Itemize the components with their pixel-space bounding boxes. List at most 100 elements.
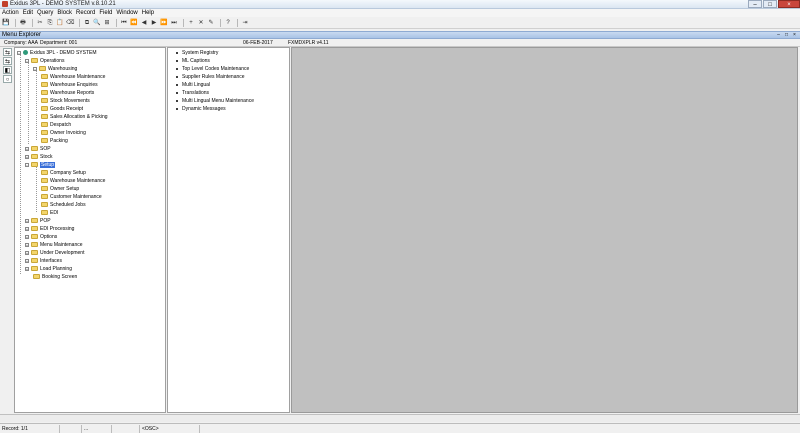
expand-toggle[interactable]: + (25, 226, 29, 231)
list-item-label: Translations (182, 89, 210, 96)
tree-node[interactable]: Customer Maintenance (41, 193, 102, 200)
tree-node-label: SOP (40, 145, 51, 152)
tree-node[interactable]: Scheduled Jobs (41, 201, 86, 208)
expand-tree-icon[interactable]: ⇆ (3, 48, 12, 56)
prev-block-icon[interactable]: ⏪ (130, 19, 138, 27)
menu-edit[interactable]: Edit (23, 10, 33, 16)
inner-maximize-button[interactable]: □ (783, 32, 790, 38)
tree-node[interactable]: + Under Development (25, 249, 84, 256)
tree-node[interactable]: Warehouse Reports (41, 89, 94, 96)
find-icon[interactable]: ⊞ (103, 19, 111, 27)
first-icon[interactable]: ⏮ (120, 19, 128, 27)
list-item[interactable]: ML Captions (176, 57, 210, 64)
exit-icon[interactable]: ⇥ (241, 19, 249, 27)
collapse-toggle[interactable]: − (33, 66, 37, 71)
maximize-button[interactable]: □ (763, 0, 777, 8)
company-label: Company: AAA (4, 40, 38, 46)
tree-node-selected[interactable]: − Setup (25, 161, 56, 168)
clear-icon[interactable]: ⌫ (66, 19, 74, 27)
prev-icon[interactable]: ◀ (140, 19, 148, 27)
folder-icon (41, 138, 48, 143)
last-icon[interactable]: ⏭ (170, 19, 178, 27)
tree-node[interactable]: Sales Allocation & Picking (41, 113, 108, 120)
tree-node[interactable]: Warehouse Enquiries (41, 81, 98, 88)
menu-action[interactable]: Action (2, 10, 19, 16)
tree-node[interactable]: Warehouse Maintenance (41, 177, 105, 184)
expand-toggle[interactable]: + (25, 154, 29, 159)
list-item[interactable]: Supplier Rules Maintenance (176, 73, 245, 80)
tree-node[interactable]: + Load Planning (25, 265, 72, 272)
circle-icon[interactable]: ○ (3, 75, 12, 83)
list-item[interactable]: System Registry (176, 49, 218, 56)
expand-toggle[interactable]: + (25, 218, 29, 223)
tree-node[interactable]: + SOP (25, 145, 51, 152)
menu-field[interactable]: Field (99, 10, 112, 16)
tree-node[interactable]: Warehouse Maintenance (41, 73, 105, 80)
insert-icon[interactable]: + (187, 19, 195, 27)
menu-help[interactable]: Help (142, 10, 154, 16)
menu-window[interactable]: Window (116, 10, 137, 16)
folder-icon (41, 186, 48, 191)
list-item[interactable]: Dynamic Messages (176, 105, 226, 112)
tree-node[interactable]: Stock Movements (41, 97, 90, 104)
toolbar-separator (15, 18, 16, 27)
collapse-toggle[interactable]: − (25, 162, 29, 167)
tree-node[interactable]: Owner Invoicing (41, 129, 86, 136)
list-item[interactable]: Translations (176, 89, 209, 96)
menu-block[interactable]: Block (57, 10, 72, 16)
tree-node[interactable]: − Warehousing (33, 65, 77, 72)
tree-node[interactable]: − Operations (25, 57, 64, 64)
minimize-button[interactable]: – (748, 0, 762, 8)
next-icon[interactable]: ▶ (150, 19, 158, 27)
tree-node[interactable]: + Interfaces (25, 257, 62, 264)
collapse-toggle[interactable]: − (17, 50, 21, 55)
tree-node[interactable]: Goods Receipt (41, 105, 83, 112)
help-icon[interactable]: ? (224, 19, 232, 27)
print-icon[interactable]: 🖶 (19, 19, 27, 27)
expand-toggle[interactable]: + (25, 258, 29, 263)
menu-record[interactable]: Record (76, 10, 95, 16)
close-button[interactable]: × (778, 0, 800, 8)
tree-node[interactable]: Owner Setup (41, 185, 79, 192)
copy-icon[interactable]: ⎘ (46, 19, 54, 27)
expand-toggle[interactable]: + (25, 250, 29, 255)
tree-node[interactable]: + Stock (25, 153, 53, 160)
next-block-icon[interactable]: ⏩ (160, 19, 168, 27)
expand-toggle[interactable]: + (25, 242, 29, 247)
save-icon[interactable]: 💾 (2, 19, 10, 27)
app-icon (2, 1, 8, 7)
inner-minimize-button[interactable]: – (775, 32, 782, 38)
tree-node[interactable]: + Menu Maintenance (25, 241, 83, 248)
tree-root[interactable]: − Exidus 3PL - DEMO SYSTEM (17, 49, 97, 56)
menu-query[interactable]: Query (37, 10, 53, 16)
tree-node-label: Customer Maintenance (50, 193, 102, 200)
cut-icon[interactable]: ✂ (36, 19, 44, 27)
tree-node-label: Sales Allocation & Picking (50, 113, 108, 120)
tree-node[interactable]: + Options (25, 233, 57, 240)
tree-node[interactable]: Packing (41, 137, 68, 144)
list-item[interactable]: Multi Lingual (176, 81, 210, 88)
collapse-tree-icon[interactable]: ⇆ (3, 57, 12, 65)
list-item[interactable]: Top Level Codes Maintenance (176, 65, 249, 72)
tree-node[interactable]: Company Setup (41, 169, 86, 176)
query-icon[interactable]: 🔍 (93, 19, 101, 27)
horizontal-scrollbar[interactable] (0, 414, 800, 422)
tree-node[interactable]: Booking Screen (33, 273, 77, 280)
collapse-toggle[interactable]: − (25, 58, 29, 63)
expand-toggle[interactable]: + (25, 266, 29, 271)
expand-toggle[interactable]: + (25, 234, 29, 239)
paste-icon[interactable]: 📋 (56, 19, 64, 27)
duplicate-icon[interactable]: ⧉ (83, 19, 91, 27)
lock-icon[interactable]: ✎ (207, 19, 215, 27)
toolbar-separator (183, 18, 184, 27)
expand-toggle[interactable]: + (25, 146, 29, 151)
tree-node[interactable]: + POP (25, 217, 51, 224)
tree-node-label: Warehouse Maintenance (50, 177, 106, 184)
tree-node[interactable]: Despatch (41, 121, 71, 128)
tree-node[interactable]: + EDI Processing (25, 225, 74, 232)
tree-node[interactable]: EDI (41, 209, 58, 216)
delete-icon[interactable]: ✕ (197, 19, 205, 27)
inner-close-button[interactable]: × (791, 32, 798, 38)
view-toggle-icon[interactable]: ◧ (3, 66, 12, 74)
list-item[interactable]: Multi Lingual Menu Maintenance (176, 97, 254, 104)
